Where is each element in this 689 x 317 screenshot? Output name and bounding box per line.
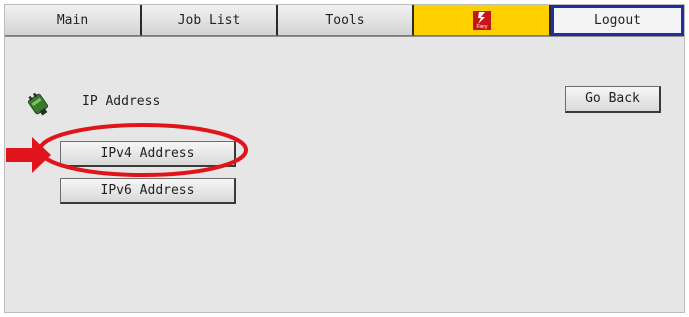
- tab-tools[interactable]: Tools: [278, 5, 414, 36]
- tab-fiery[interactable]: Fiery: [414, 5, 551, 36]
- logout-button[interactable]: Logout: [551, 5, 684, 36]
- tab-bar: Main Job List Tools Fiery Logout: [5, 5, 684, 37]
- tab-main[interactable]: Main: [5, 5, 142, 36]
- printer-control-panel: Main Job List Tools Fiery Logout IP Addr…: [4, 4, 685, 313]
- network-plug-icon: [27, 92, 49, 116]
- tab-job-list[interactable]: Job List: [142, 5, 278, 36]
- red-arrow-icon: [6, 137, 51, 173]
- ipv6-address-button[interactable]: IPv6 Address: [60, 178, 236, 204]
- page-title: IP Address: [82, 94, 161, 109]
- go-back-button[interactable]: Go Back: [565, 86, 661, 113]
- ipv4-address-button[interactable]: IPv4 Address: [60, 141, 236, 167]
- fiery-logo-icon: Fiery: [473, 11, 491, 30]
- fiery-logo-text: Fiery: [476, 24, 488, 30]
